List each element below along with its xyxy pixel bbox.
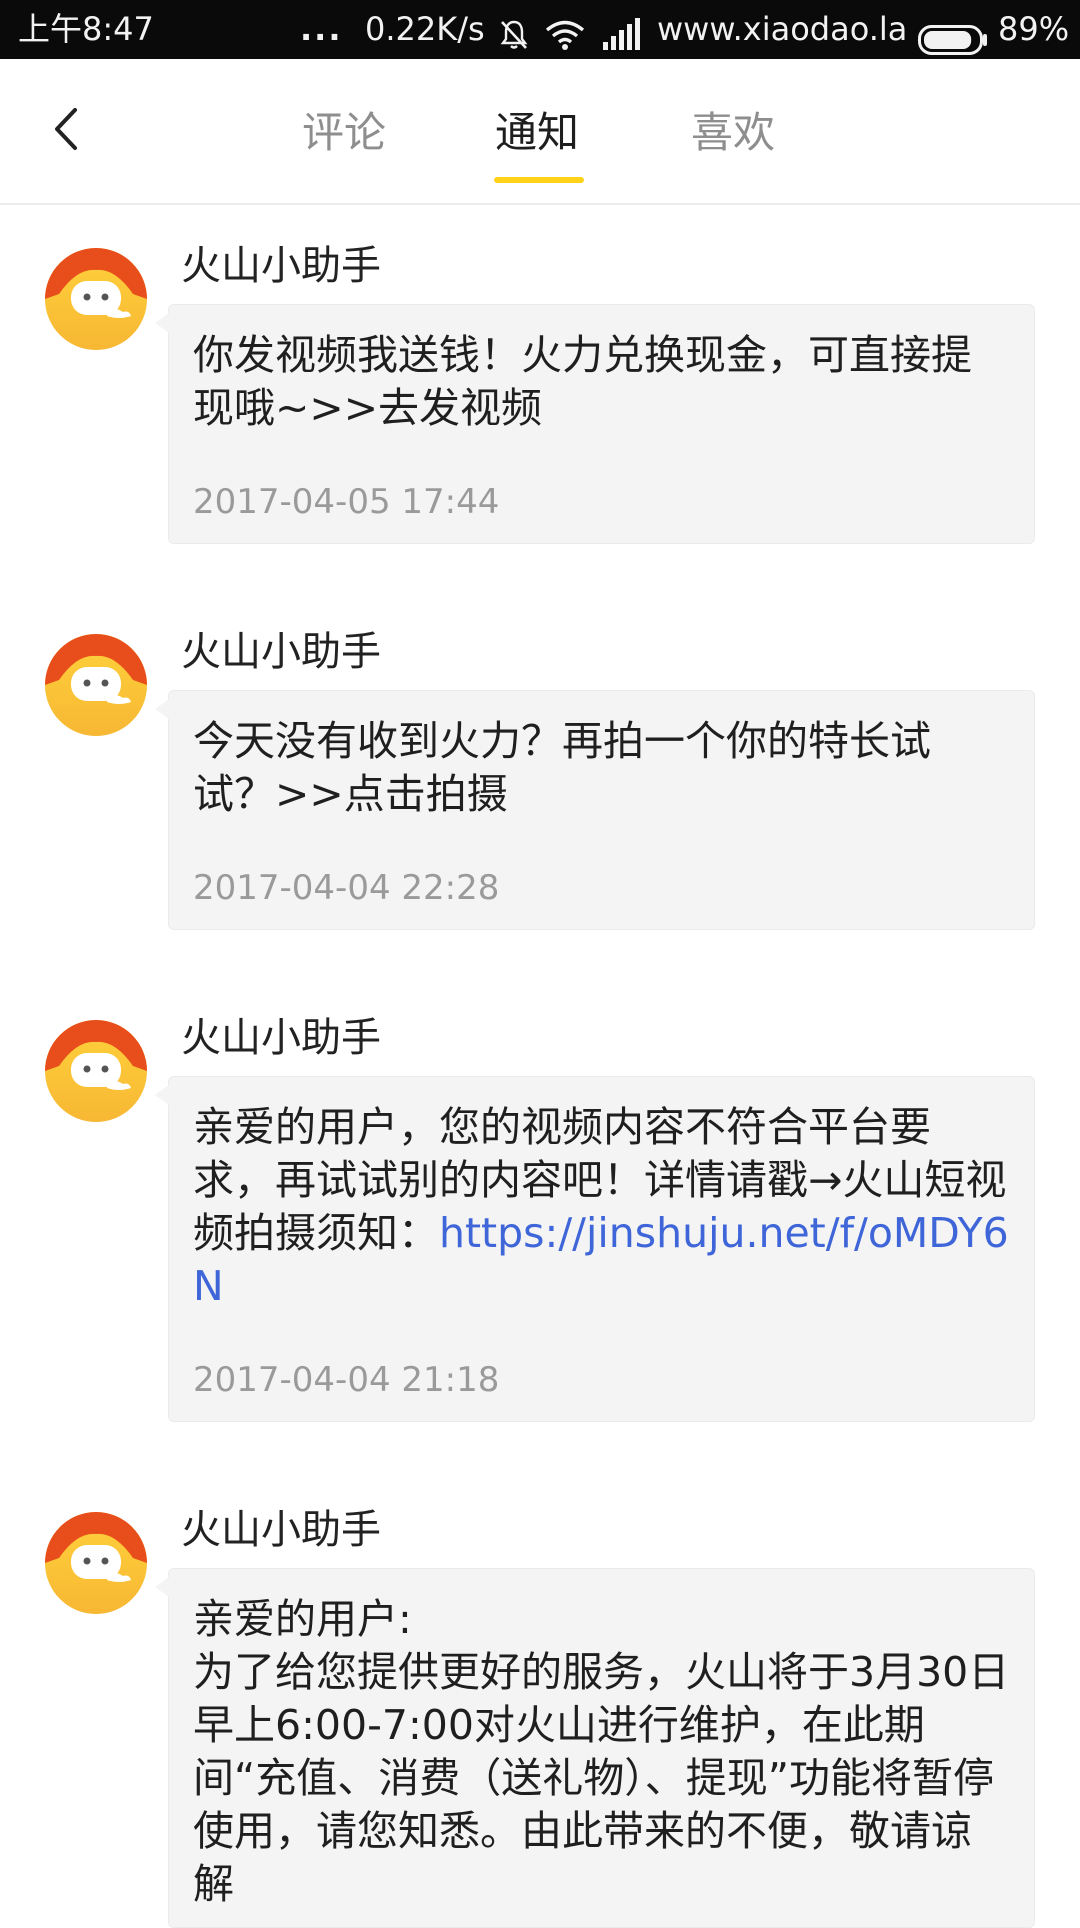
avatar[interactable] bbox=[45, 248, 147, 350]
message-bubble[interactable]: 今天没有收到火力？再拍一个你的特长试试？>>点击拍摄 2017-04-04 22… bbox=[155, 690, 1035, 930]
back-button[interactable] bbox=[40, 103, 92, 155]
sender-name: 火山小助手 bbox=[181, 243, 381, 289]
battery-percent: 89% bbox=[998, 10, 1070, 48]
tab-comments[interactable]: 评论 bbox=[302, 105, 386, 161]
sender-name: 火山小助手 bbox=[181, 1507, 381, 1553]
message-bubble[interactable]: 你发视频我送钱！火力兑换现金，可直接提现哦~>>去发视频 2017-04-05 … bbox=[155, 304, 1035, 544]
chevron-left-icon bbox=[55, 108, 77, 150]
tab-likes[interactable]: 喜欢 bbox=[691, 105, 775, 161]
message-bubble[interactable]: 亲爱的用户，您的视频内容不符合平台要求，再试试别的内容吧！详情请戳→火山短视频拍… bbox=[155, 1076, 1035, 1422]
battery-icon bbox=[918, 15, 988, 55]
message-time: 2017-04-04 21:18 bbox=[193, 1360, 500, 1400]
active-tab-indicator bbox=[494, 177, 584, 183]
sender-name: 火山小助手 bbox=[181, 629, 381, 675]
avatar[interactable] bbox=[45, 634, 147, 736]
volcano-assistant-avatar-icon bbox=[45, 1512, 147, 1614]
message-time: 2017-04-05 17:44 bbox=[193, 482, 500, 522]
message-text: 亲爱的用户: 为了给您提供更好的服务，火山将于3月30日早上6:00-7:00对… bbox=[193, 1595, 1010, 1908]
avatar[interactable] bbox=[45, 1512, 147, 1614]
status-network-speed: 0.22K/s bbox=[365, 10, 485, 48]
volcano-assistant-avatar-icon bbox=[45, 1020, 147, 1122]
status-bar: 上午8:47 ... 0.22K/s www.xiaodao.la 89% bbox=[0, 0, 1080, 59]
status-url: www.xiaodao.la bbox=[657, 10, 908, 48]
message-bubble[interactable]: 亲爱的用户: 为了给您提供更好的服务，火山将于3月30日早上6:00-7:00对… bbox=[155, 1568, 1035, 1928]
message-text: 今天没有收到火力？再拍一个你的特长试试？>>点击拍摄 bbox=[193, 717, 931, 818]
message-text: 亲爱的用户，您的视频内容不符合平台要求，再试试别的内容吧！详情请戳→火山短视频拍… bbox=[193, 1101, 1012, 1313]
header: 评论 通知 喜欢 bbox=[0, 59, 1080, 205]
status-more-dots: ... bbox=[300, 10, 343, 48]
tab-notifications[interactable]: 通知 bbox=[495, 105, 579, 161]
message-time: 2017-04-04 22:28 bbox=[193, 868, 500, 908]
sender-name: 火山小助手 bbox=[181, 1015, 381, 1061]
status-time: 上午8:47 bbox=[18, 10, 154, 48]
avatar[interactable] bbox=[45, 1020, 147, 1122]
volcano-assistant-avatar-icon bbox=[45, 248, 147, 350]
message-text: 你发视频我送钱！火力兑换现金，可直接提现哦~>>去发视频 bbox=[193, 331, 972, 432]
volcano-assistant-avatar-icon bbox=[45, 634, 147, 736]
